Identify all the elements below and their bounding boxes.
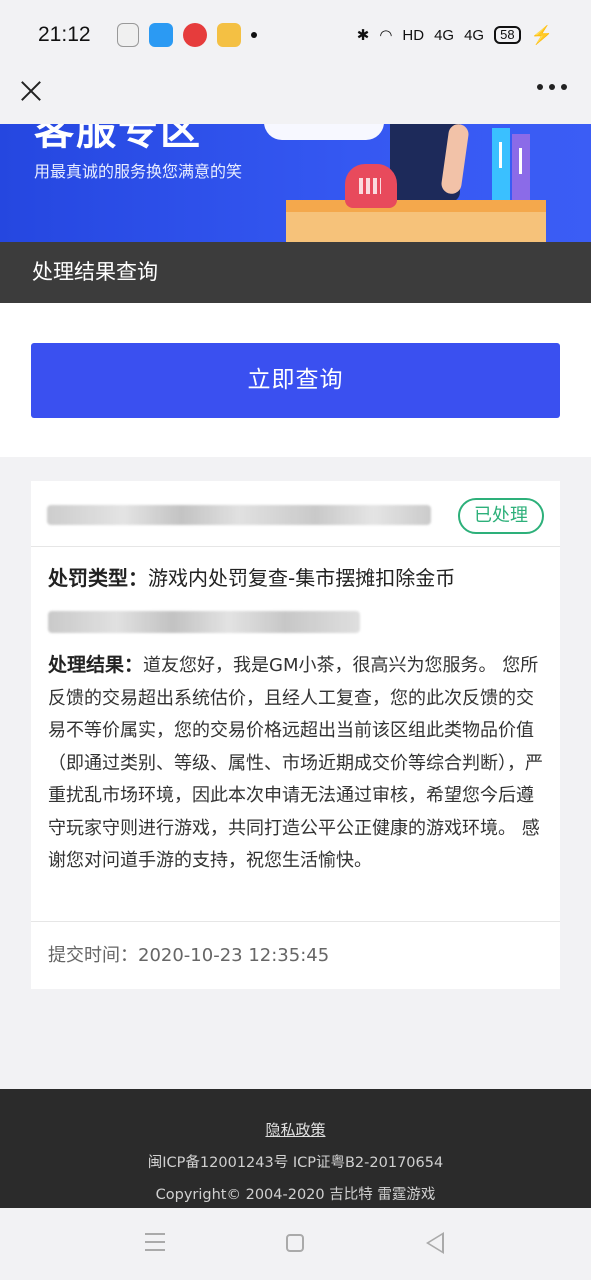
signal-1-label: 4G: [434, 26, 455, 44]
status-bar: 21:12 ✱ ◠ HD 4G 4G 58 ⚡: [0, 0, 591, 70]
wifi-icon: ◠: [379, 27, 393, 44]
submit-time: 提交时间：2020-10-23 12:35:45: [31, 921, 560, 989]
penalty-type-value: 游戏内处罚复查-集市摆摊扣除金币: [148, 566, 456, 590]
processing-result-text: 道友您好，我是GM小茶，很高兴为您服务。 您所反馈的交易超出系统估价，且经人工复…: [48, 655, 543, 871]
query-now-button[interactable]: 立即查询: [31, 343, 560, 418]
telephone-illustration: [345, 164, 397, 208]
customer-service-banner: 客服专区 用最真诚的服务换您满意的笑: [0, 124, 591, 242]
result-card: 已处理 处罚类型：游戏内处罚复查-集市摆摊扣除金币 处理结果：道友您好，我是GM…: [31, 481, 560, 989]
back-icon[interactable]: [426, 1232, 444, 1254]
game-app-icon: [216, 23, 241, 47]
penalty-type-label: 处罚类型：: [48, 566, 148, 590]
more-options-icon[interactable]: [537, 84, 567, 90]
privacy-policy-link[interactable]: 隐私政策: [265, 1119, 325, 1140]
desk-illustration: [286, 200, 546, 242]
signal-2-label: 4G: [464, 26, 485, 44]
system-nav-bar: [0, 1208, 591, 1280]
status-badge: 已处理: [458, 498, 544, 534]
app-notification-icon: [116, 23, 139, 47]
bluetooth-icon: ✱: [356, 27, 370, 44]
submit-time-value: 2020-10-23 12:35:45: [138, 945, 330, 966]
icp-license: 闽ICP备12001243号 ICP证粤B2-20170654: [147, 1155, 444, 1171]
banner-subtitle: 用最真诚的服务换您满意的笑: [34, 162, 243, 181]
webview-nav-bar: [0, 70, 591, 124]
redacted-role-info: [48, 611, 360, 633]
card-header: 已处理: [31, 481, 560, 547]
more-notifications-icon: [250, 32, 257, 38]
book-illustration: [512, 134, 530, 200]
page-footer: 隐私政策 闽ICP备12001243号 ICP证粤B2-20170654 Cop…: [0, 1089, 591, 1208]
card-body: 处罚类型：游戏内处罚复查-集市摆摊扣除金币 处理结果：道友您好，我是GM小茶，很…: [31, 547, 560, 878]
processing-result-label: 处理结果：: [48, 654, 144, 676]
menu-icon[interactable]: [145, 1233, 165, 1251]
chat-app-icon: [148, 23, 173, 47]
redacted-application-number: [47, 505, 431, 525]
status-time: 21:12: [38, 23, 91, 46]
penalty-type: 处罚类型：游戏内处罚复查-集市摆摊扣除金币: [48, 563, 543, 593]
status-right: ✱ ◠ HD 4G 4G 58 ⚡: [357, 25, 553, 46]
status-left: 21:12: [38, 23, 257, 47]
battery-icon: 58: [494, 26, 521, 44]
section-title: 处理结果查询: [0, 242, 591, 303]
weibo-icon: [182, 23, 207, 47]
speech-bubble-illustration: [264, 124, 384, 140]
banner-title: 客服专区: [34, 124, 202, 154]
query-area: 立即查询: [0, 303, 591, 457]
book-illustration: [492, 128, 510, 200]
charging-icon: ⚡: [530, 24, 553, 45]
copyright: Copyright© 2004-2020 吉比特 雷霆游戏: [155, 1187, 436, 1203]
submit-time-label: 提交时间：: [48, 945, 138, 966]
hd-indicator: HD: [402, 26, 425, 44]
home-icon[interactable]: [286, 1234, 304, 1252]
close-icon[interactable]: [16, 76, 46, 106]
processing-result: 处理结果：道友您好，我是GM小茶，很高兴为您服务。 您所反馈的交易超出系统估价，…: [48, 649, 543, 878]
